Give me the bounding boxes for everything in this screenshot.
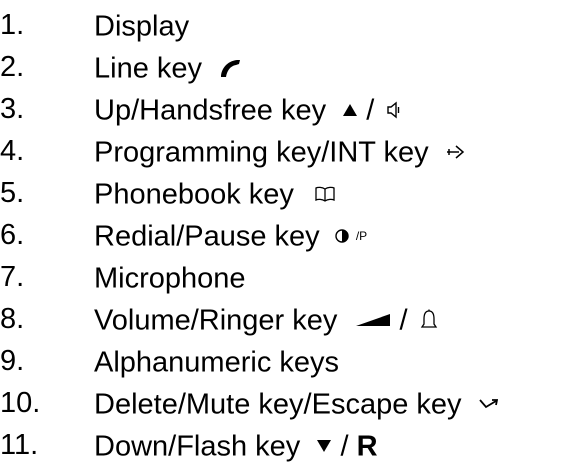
bell-icon [420,309,438,331]
item-number: 7. [0,261,25,293]
intercom-arrow-icon [445,144,465,160]
item-number: 1. [0,9,25,41]
item-label: Microphone [94,262,246,295]
item-label: Delete/Mute key/Escape key [94,388,462,421]
icon-separator: / [366,94,375,127]
item-label: Programming key/INT key [94,136,429,169]
list-item: 5. Phonebook key [0,172,565,214]
mute-crossed-arrow-icon [478,397,498,411]
list-item: 9. Alphanumeric keys [0,340,565,382]
list-item: 4. Programming key/INT key [0,130,565,172]
list-item: 1. Display [0,4,565,46]
icon-separator: / [399,304,408,337]
list-item: 10. Delete/Mute key/Escape key [0,382,565,424]
item-number: 4. [0,135,25,167]
item-label: Down/Flash key [94,430,301,463]
list-item: 2. Line key [0,46,565,88]
item-number: 3. [0,93,25,125]
item-label: Alphanumeric keys [94,346,339,379]
item-label: Phonebook key [94,178,294,211]
icon-separator: / [340,430,349,463]
list-item: 8. Volume/Ringer key / [0,298,565,340]
redial-pause-suffix: /P [355,229,368,244]
item-number: 2. [0,51,25,83]
item-number: 11. [0,429,39,461]
item-number: 5. [0,177,25,209]
item-number: 8. [0,303,25,335]
item-label: Up/Handsfree key [94,94,327,127]
up-triangle-icon [342,103,358,117]
open-book-icon [314,186,336,203]
item-number: 10. [0,387,41,419]
down-triangle-icon [316,439,332,453]
volume-wedge-icon [355,312,391,328]
list-item: 3. Up/Handsfree key / [0,88,565,130]
item-label: Display [94,10,190,43]
item-number: 9. [0,345,25,377]
list-item: 11. Down/Flash key / R [0,424,565,466]
item-label: Volume/Ringer key [94,304,338,337]
list-item: 6. Redial/Pause key /P [0,214,565,256]
list-item: 7. Microphone [0,256,565,298]
item-label: Line key [94,52,203,85]
redial-pause-icon [334,229,350,244]
handset-icon [218,58,242,78]
item-label: Redial/Pause key [94,220,320,253]
flash-r-label: R [356,430,378,463]
item-number: 6. [0,219,25,251]
key-legend-list: 1. Display 2. Line key 3. Up/Handsfree k… [0,4,565,466]
speaker-icon [386,101,402,119]
